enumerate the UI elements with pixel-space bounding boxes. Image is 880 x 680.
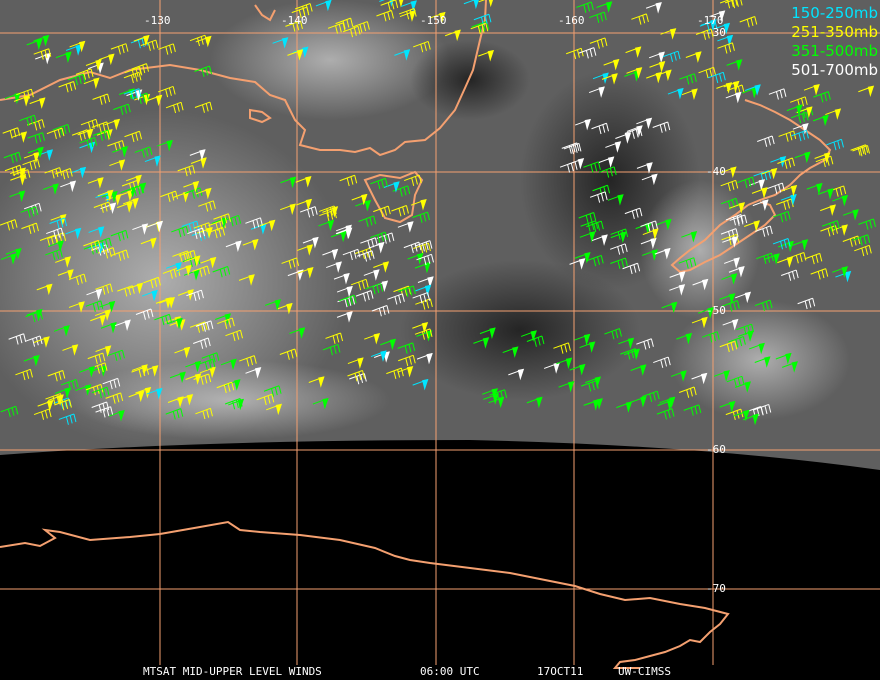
- valid-time: 06:00 UTC: [420, 665, 480, 678]
- pressure-layer-legend: 150-250mb 251-350mb 351-500mb 501-700mb: [791, 4, 878, 80]
- satellite-wind-map: -130 -140 -150 -160 -170 -30 -40 -50 -60 -70 150…: [0, 0, 880, 680]
- source-credit: UW-CIMSS: [618, 665, 671, 678]
- legend-entry-351-500: 351-500mb: [791, 42, 878, 60]
- image-date: 17OCT11: [537, 665, 584, 678]
- latitude-label: -30: [706, 26, 726, 39]
- longitude-label: -170: [697, 14, 724, 27]
- longitude-label: -130: [144, 14, 171, 27]
- product-title: MTSAT MID-UPPER LEVEL WINDS: [143, 665, 322, 678]
- map-canvas: [0, 0, 880, 669]
- latitude-label: -50: [706, 304, 726, 317]
- latitude-label: -70: [706, 582, 726, 595]
- coastline-segment: [0, 520, 730, 669]
- legend-entry-150-250: 150-250mb: [791, 4, 878, 22]
- legend-entry-501-700: 501-700mb: [791, 61, 878, 79]
- legend-entry-251-350: 251-350mb: [791, 23, 878, 41]
- longitude-label: -140: [281, 14, 308, 27]
- longitude-label: -160: [558, 14, 585, 27]
- latitude-label: -60: [706, 443, 726, 456]
- latitude-label: -40: [706, 165, 726, 178]
- longitude-label: -150: [420, 14, 447, 27]
